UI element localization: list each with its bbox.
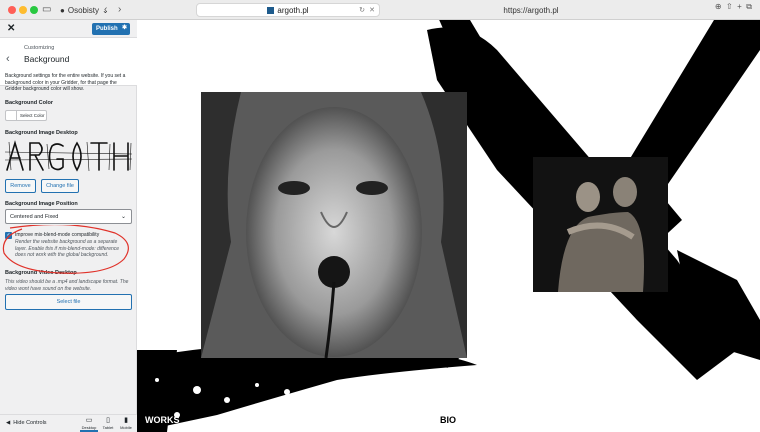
position-label: Background Image Position [5, 201, 78, 207]
color-swatch [6, 111, 17, 120]
video-description: This video should be a .mp4 and landscap… [5, 279, 129, 292]
device-tablet-button[interactable]: ▯ Tablet [99, 417, 117, 430]
collapse-icon: ◀ [6, 420, 11, 426]
download-icon[interactable]: ⊕ [715, 2, 722, 11]
gear-icon[interactable]: ✱ [122, 24, 127, 31]
nav-works-link[interactable]: WORKS [145, 415, 180, 425]
breadcrumb: Customizing [24, 45, 55, 51]
select-color-label: Select Color [20, 113, 45, 118]
url-text: https://argoth.pl [503, 5, 559, 15]
device-desktop-button[interactable]: ▭ Desktop [80, 417, 98, 432]
close-tab-icon[interactable]: ✕ [369, 6, 375, 14]
address-bar[interactable]: https://argoth.pl [386, 3, 676, 17]
desktop-icon: ▭ [85, 417, 93, 424]
chevron-down-icon: ⌄ [120, 214, 126, 220]
annotation-circle [2, 225, 129, 274]
position-value: Centered and Fixed [10, 213, 59, 220]
desktop-label: Desktop [81, 425, 97, 430]
mobile-label: Mobile [120, 425, 132, 430]
tablet-icon: ▯ [106, 417, 110, 424]
nav-contact-link[interactable]: CONTACT [713, 415, 756, 425]
share-icon[interactable]: ⇧ [726, 2, 733, 11]
select-color-button[interactable]: Select Color [5, 110, 47, 121]
bg-image-label: Background Image Desktop [5, 130, 78, 136]
minimize-window-button[interactable] [19, 6, 27, 14]
profile-label: Osobisty [67, 5, 99, 15]
new-tab-icon[interactable]: + [737, 2, 742, 11]
device-mobile-button[interactable]: ▮ Mobile [117, 417, 135, 430]
portrait-photo [201, 92, 467, 358]
close-customizer-icon[interactable]: ✕ [7, 23, 15, 34]
tab-overview-icon[interactable]: ⧉ [746, 2, 752, 11]
close-window-button[interactable] [8, 6, 16, 14]
section-title: Background [24, 54, 70, 64]
nav-bio-link[interactable]: BIO [440, 415, 456, 425]
position-select[interactable]: Centered and Fixed ⌄ [5, 209, 132, 224]
hide-controls-label: Hide Controls [13, 420, 47, 426]
back-arrow-icon[interactable]: ‹ [6, 53, 10, 65]
tablet-label: Tablet [102, 425, 114, 430]
publish-label: Publish [96, 26, 118, 32]
bg-color-label: Background Color [5, 100, 53, 106]
intro-description: Background settings for the entire websi… [5, 73, 126, 92]
change-file-button[interactable]: Change file [41, 179, 79, 193]
change-file-label: Change file [46, 183, 74, 189]
back-icon[interactable]: ‹ [104, 3, 107, 17]
argoth-logo [5, 140, 132, 172]
person-icon: ● [60, 5, 65, 15]
embrace-photo [533, 157, 668, 292]
embrace-image [533, 157, 668, 292]
tab-argoth[interactable]: argoth.pl ↻ ✕ [196, 3, 380, 17]
browser-toolbar: ▭ ● Osobisty ⌄ ‹ › argoth.pl ↻ ✕ https:/… [0, 0, 760, 20]
sidebar-toggle-icon[interactable]: ▭ [42, 3, 51, 17]
forward-icon[interactable]: › [118, 3, 121, 17]
customizer-header: ✕ Publish ✱ [0, 20, 137, 38]
hide-controls-button[interactable]: ◀ Hide Controls [6, 420, 47, 426]
favicon-icon [267, 6, 275, 14]
remove-button[interactable]: Remove [5, 179, 36, 193]
select-file-label: Select file [56, 299, 81, 305]
customizer-footer: ◀ Hide Controls ▭ Desktop ▯ Tablet ▮ Mob… [0, 414, 137, 432]
tab-title: argoth.pl [277, 5, 309, 15]
publish-button[interactable]: Publish ✱ [92, 23, 130, 35]
select-file-button[interactable]: Select file [5, 294, 132, 310]
maximize-window-button[interactable] [30, 6, 38, 14]
portrait-image [201, 92, 467, 358]
background-image-preview [5, 140, 132, 172]
profile-selector[interactable]: ● Osobisty ⌄ [60, 3, 109, 17]
mobile-icon: ▮ [124, 417, 128, 424]
browser-actions: ⊕ ⇧ + ⧉ [715, 2, 752, 12]
remove-label: Remove [10, 183, 31, 189]
reload-icon[interactable]: ↻ [359, 6, 365, 14]
site-preview: WORKS BIO CONTACT [137, 20, 760, 432]
